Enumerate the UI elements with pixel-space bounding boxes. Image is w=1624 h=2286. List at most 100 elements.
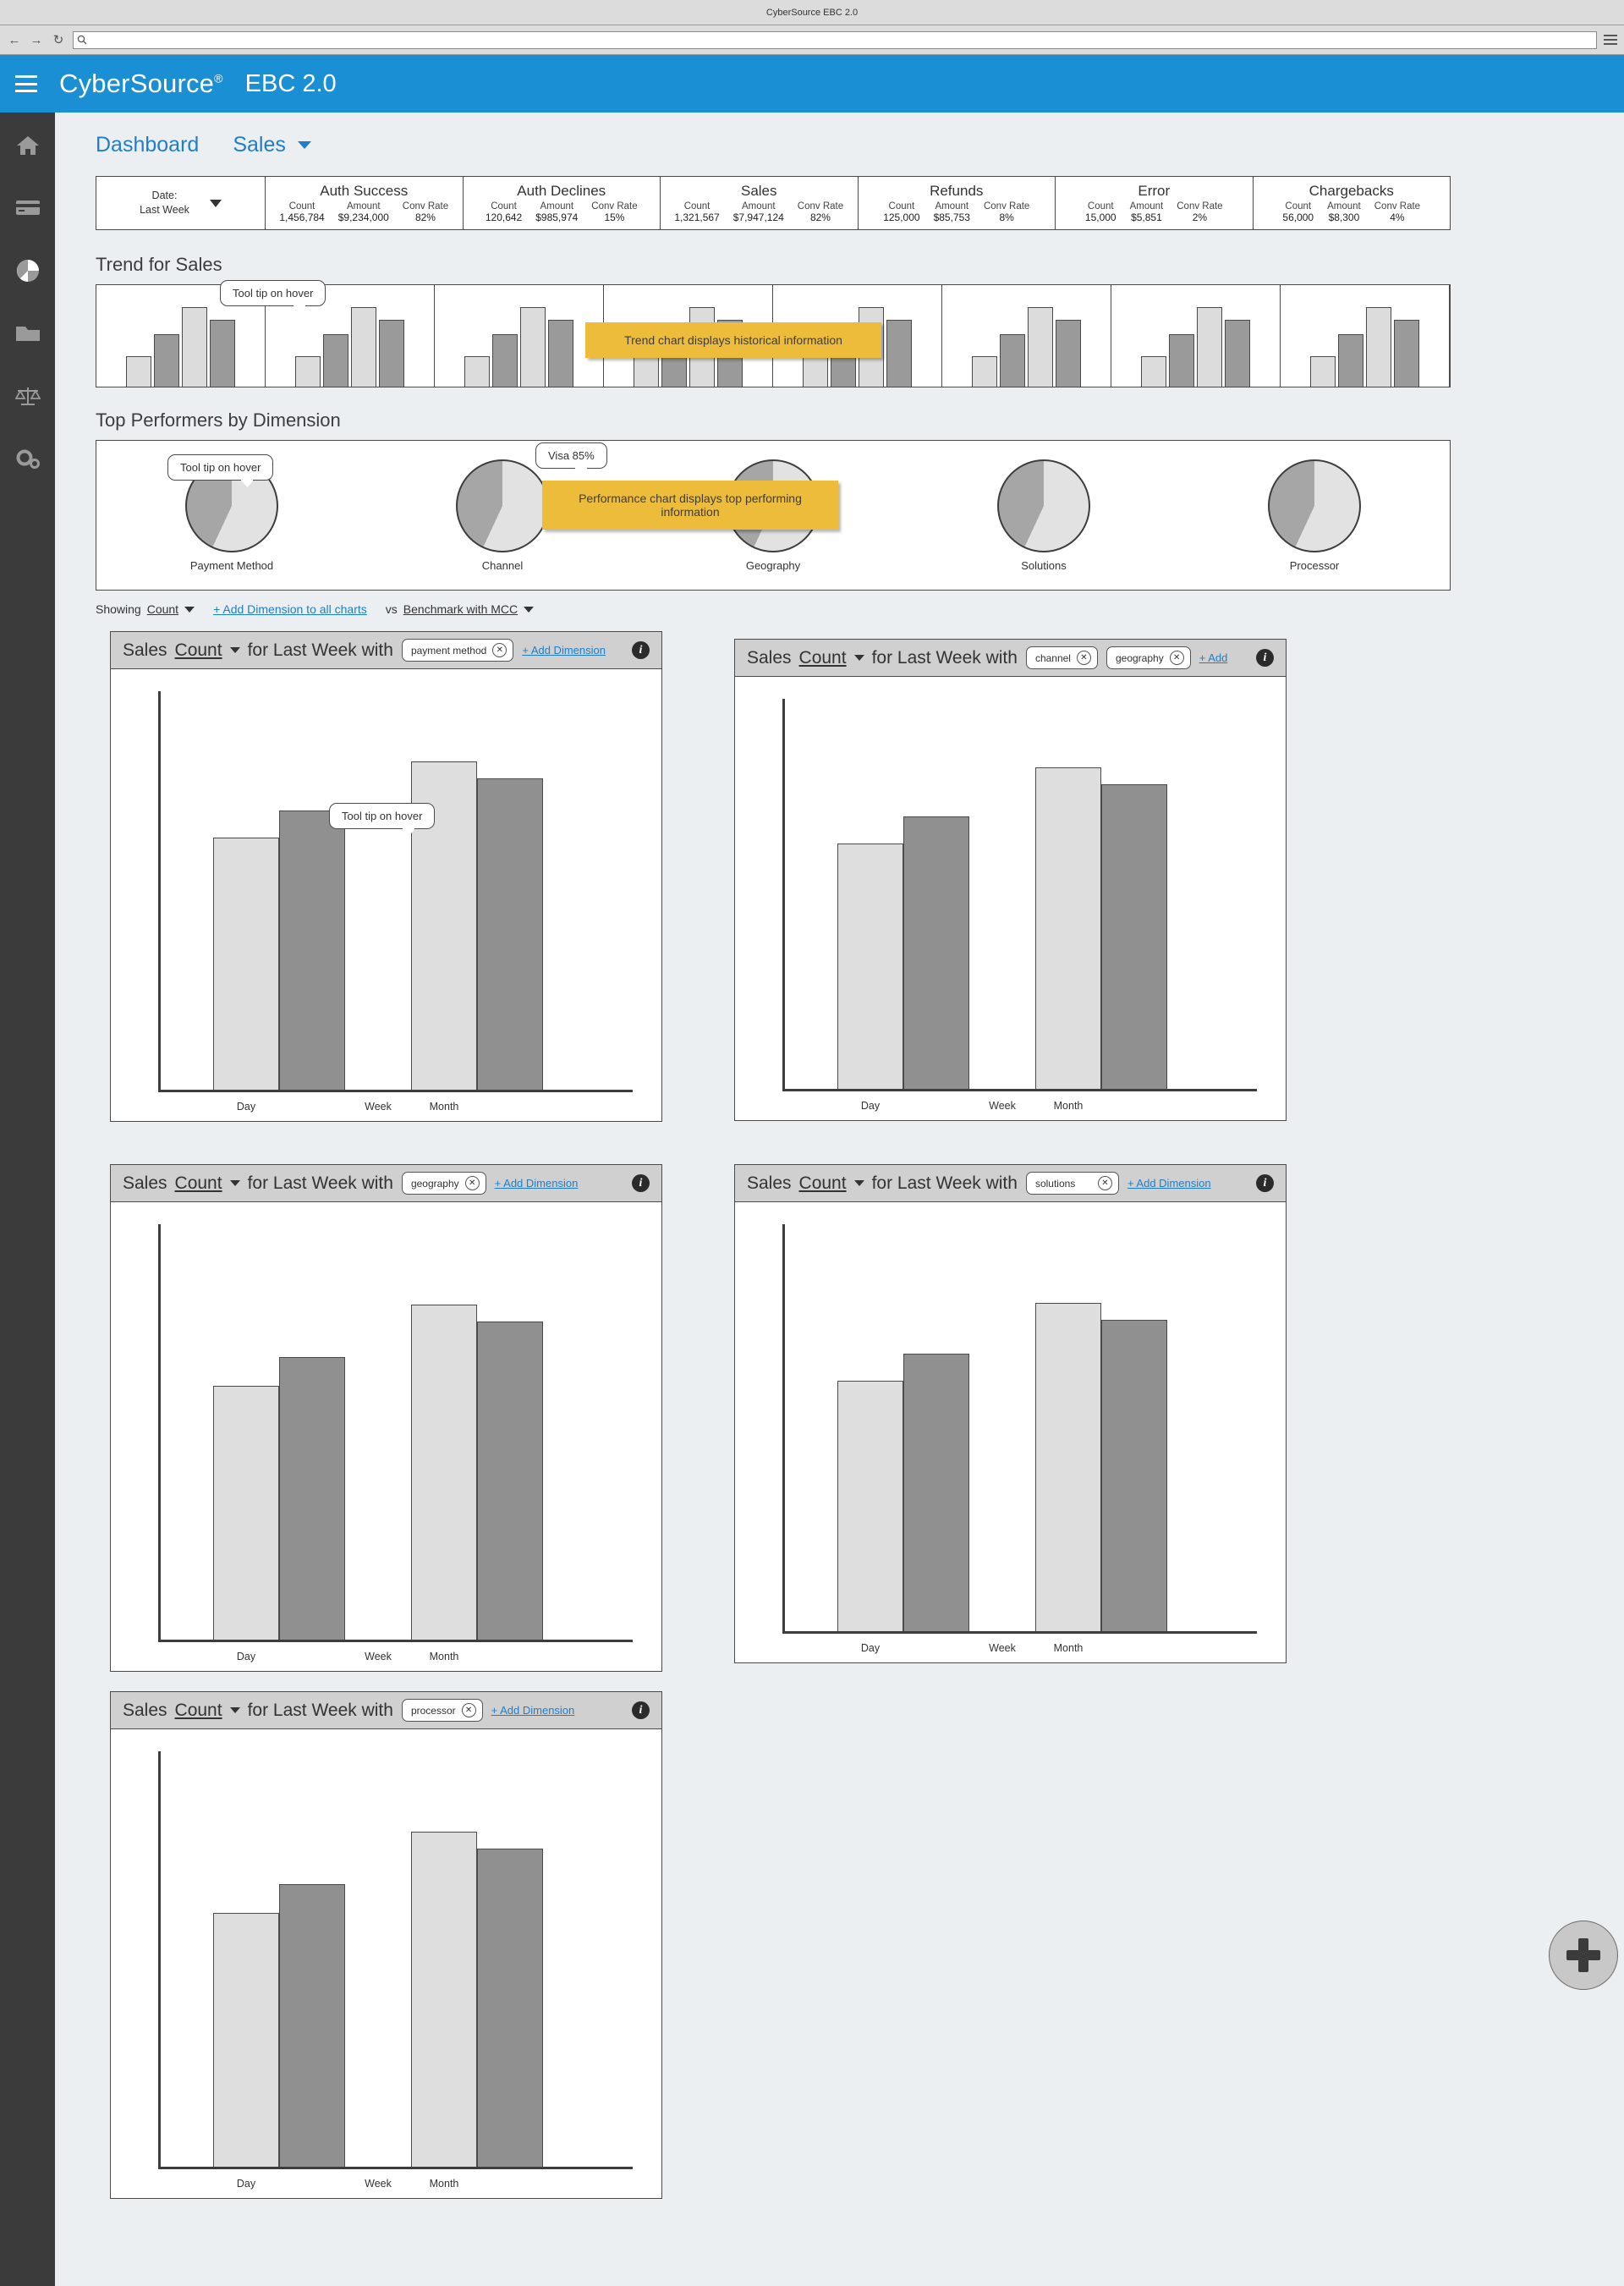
info-icon[interactable]: i [632, 1701, 650, 1719]
dimension-chip[interactable]: processor ✕ [401, 1699, 483, 1722]
dimension-chip[interactable]: geography ✕ [1106, 646, 1191, 669]
bar-month-benchmark[interactable] [477, 778, 543, 1090]
caret-down-icon[interactable] [853, 655, 864, 661]
breadcrumb-item-sales[interactable]: Sales [233, 133, 311, 157]
benchmark-selector[interactable]: vs Benchmark with MCC [386, 602, 535, 616]
forward-arrow-icon[interactable]: → [29, 32, 44, 47]
close-icon[interactable]: ✕ [461, 1703, 476, 1717]
showing-prefix: Showing [96, 602, 141, 616]
date-range-selector[interactable]: Date: Last Week [96, 177, 266, 229]
close-icon[interactable]: ✕ [492, 643, 508, 657]
kpi-count-header: Count [1087, 201, 1114, 212]
bar-day-benchmark[interactable] [279, 1884, 345, 2167]
url-bar[interactable] [73, 30, 1597, 49]
kpi-refunds[interactable]: Refunds Count 125,000 Amount $85,753 Conv … [859, 177, 1056, 229]
bar-day-benchmark[interactable] [903, 1354, 969, 1631]
card-metric-selector[interactable]: Count [175, 1173, 222, 1194]
kpi-auth-success[interactable]: Auth Success Count 1,456,784 Amount $9,234… [266, 177, 464, 229]
trend-cell[interactable] [1111, 285, 1281, 387]
caret-down-icon[interactable] [229, 1707, 240, 1713]
caret-down-icon[interactable] [853, 1180, 864, 1186]
add-dimension-link[interactable]: + Add Dimension [495, 1177, 579, 1190]
bar-day-current[interactable] [213, 1386, 279, 1640]
dimension-chip[interactable]: channel ✕ [1025, 646, 1098, 669]
bar-month-benchmark[interactable] [477, 1322, 543, 1640]
kpi-chargebacks[interactable]: Chargebacks Count 56,000 Amount $8,300 Con… [1254, 177, 1451, 229]
bar-day-current[interactable] [213, 1913, 279, 2167]
info-icon[interactable]: i [632, 641, 650, 659]
bar-month-benchmark[interactable] [1101, 1320, 1167, 1631]
trend-cell[interactable] [435, 285, 604, 387]
showing-metric-selector[interactable]: Showing Count [96, 602, 195, 616]
sidebar-item-home[interactable] [14, 131, 42, 160]
kpi-sales[interactable]: Sales Count 1,321,567 Amount $7,947,124 Co… [661, 177, 859, 229]
url-input[interactable] [91, 35, 1593, 45]
kpi-error[interactable]: Error Count 15,000 Amount $5,851 Conv Rate… [1056, 177, 1254, 229]
folder-icon [15, 327, 40, 341]
caret-down-icon[interactable] [229, 647, 240, 653]
add-dimension-all-charts-link[interactable]: + Add Dimension to all charts [213, 602, 367, 616]
sidebar-item-reports[interactable] [14, 256, 42, 285]
card-metric-selector[interactable]: Count [799, 1173, 847, 1194]
bar-chart[interactable]: Day Week Month [133, 1224, 639, 1664]
browser-window-title: CyberSource EBC 2.0 [765, 7, 859, 18]
info-icon[interactable]: i [1256, 649, 1274, 667]
info-icon[interactable]: i [1256, 1174, 1274, 1192]
bar-day-benchmark[interactable] [279, 811, 345, 1090]
add-dimension-link[interactable]: + Add [1199, 651, 1228, 664]
sidebar-item-disputes[interactable] [14, 382, 42, 410]
close-icon[interactable]: ✕ [1097, 1176, 1112, 1190]
bar-chart[interactable]: Day Week Month [757, 699, 1264, 1113]
trend-chart-panel[interactable]: Tool tip on hover Trend chart displays h… [96, 280, 1451, 387]
kpi-auth-declines[interactable]: Auth Declines Count 120,642 Amount $985,97… [464, 177, 661, 229]
trend-cell[interactable] [942, 285, 1111, 387]
bar-month-current[interactable] [1035, 767, 1101, 1089]
bar-chart[interactable]: Day Week Month [757, 1224, 1264, 1656]
dimension-chip[interactable]: geography ✕ [401, 1172, 486, 1195]
caret-down-icon[interactable] [229, 1180, 240, 1186]
performer-processor[interactable]: Processor [1179, 459, 1450, 572]
bar-day-current[interactable] [837, 1381, 903, 1631]
trend-bar [972, 356, 997, 387]
bar-day-benchmark[interactable] [279, 1357, 345, 1640]
add-dimension-link[interactable]: + Add Dimension [522, 644, 606, 657]
card-metric-selector[interactable]: Count [175, 1701, 222, 1721]
hamburger-menu-icon[interactable] [15, 75, 37, 92]
sidebar-item-payments[interactable] [14, 194, 42, 223]
bar-chart[interactable]: Day Week Month Tool tip on hover [133, 691, 639, 1114]
reload-icon[interactable]: ↻ [51, 32, 66, 47]
browser-titlebar: CyberSource EBC 2.0 [0, 0, 1624, 25]
performer-solutions[interactable]: Solutions [908, 459, 1179, 572]
brand-logo: CyberSource® [59, 69, 223, 99]
bar-day-benchmark[interactable] [903, 816, 969, 1089]
close-icon[interactable]: ✕ [1076, 651, 1091, 665]
sidebar-item-settings[interactable] [14, 444, 42, 473]
card-metric-selector[interactable]: Count [175, 640, 222, 661]
dimension-chip[interactable]: payment method ✕ [401, 639, 514, 662]
close-icon[interactable]: ✕ [1169, 651, 1184, 665]
bar-month-benchmark[interactable] [1101, 784, 1167, 1089]
bar-month-benchmark[interactable] [477, 1849, 543, 2167]
trend-cell[interactable] [1281, 285, 1450, 387]
bar-month-current[interactable] [1035, 1303, 1101, 1631]
bar-month-current[interactable] [411, 1305, 477, 1640]
trend-bar [323, 333, 348, 387]
kpi-amount-value: $85,753 [933, 212, 970, 223]
add-chart-fab[interactable] [1549, 1921, 1618, 1990]
back-arrow-icon[interactable]: ← [7, 32, 22, 47]
dimension-chip[interactable]: solutions ✕ [1025, 1172, 1119, 1195]
add-dimension-link[interactable]: + Add Dimension [1127, 1177, 1211, 1190]
browser-menu-icon[interactable] [1604, 33, 1617, 47]
close-icon[interactable]: ✕ [464, 1176, 480, 1190]
bar-month-current[interactable] [411, 1832, 477, 2167]
bar-day-current[interactable] [837, 844, 903, 1089]
info-icon[interactable]: i [632, 1174, 650, 1192]
y-axis [158, 1751, 161, 2168]
sidebar-item-files[interactable] [14, 319, 42, 348]
breadcrumb-item-dashboard[interactable]: Dashboard [96, 133, 199, 157]
card-metric-selector[interactable]: Count [799, 648, 847, 668]
bar-day-current[interactable] [213, 838, 279, 1090]
add-dimension-link[interactable]: + Add Dimension [491, 1704, 575, 1717]
bar-chart[interactable]: Day Week Month [133, 1751, 639, 2191]
chart-card-processor: Sales Count for Last Week with processor… [110, 1691, 662, 2199]
